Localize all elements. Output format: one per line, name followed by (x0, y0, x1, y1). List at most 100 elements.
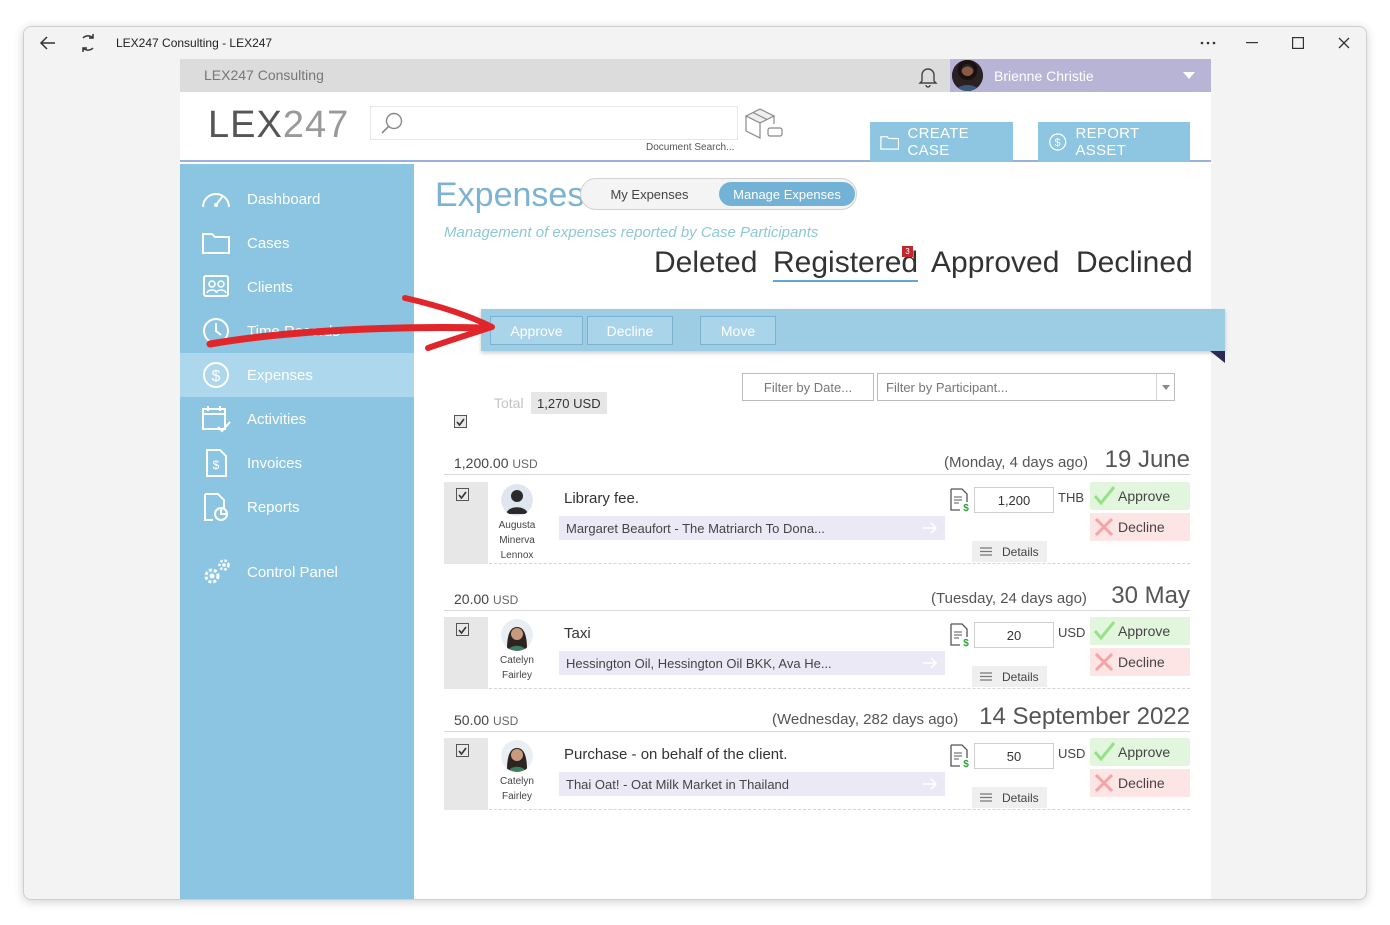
bulk-approve-button[interactable]: Approve (490, 316, 583, 345)
approve-button[interactable]: Approve (1090, 617, 1190, 645)
menu-lines-icon (980, 547, 992, 556)
decline-label: Decline (1118, 775, 1165, 791)
receipt-icon[interactable]: $ (949, 623, 971, 649)
gears-icon (204, 559, 230, 584)
approve-button[interactable]: Approve (1090, 738, 1190, 766)
bulk-decline-button[interactable]: Decline (587, 316, 673, 345)
create-case-label: CREATE CASE (907, 125, 969, 159)
refresh-icon[interactable] (78, 33, 98, 53)
sidebar-item-label: Control Panel (247, 563, 338, 581)
approve-button[interactable]: Approve (1090, 482, 1190, 510)
sidebar-item-expenses[interactable]: $ Expenses (180, 353, 414, 397)
sidebar-item-dashboard[interactable]: Dashboard (180, 177, 414, 221)
amount-currency: THB (1058, 490, 1084, 505)
group-relative-date: (Wednesday, 282 days ago) (772, 711, 959, 728)
sidebar-item-invoices[interactable]: $ Invoices (180, 441, 414, 485)
details-label: Details (1002, 669, 1039, 684)
participant-name: Augusta Minerva Lennox (488, 518, 546, 563)
details-button[interactable]: Details (972, 787, 1047, 808)
title-bar: LEX247 Consulting - LEX247 (24, 27, 1366, 59)
header: LEX247 Document Search... CREATE CASE $ … (180, 92, 1211, 162)
chevron-down-icon[interactable] (1183, 72, 1195, 79)
menu-lines-icon (980, 793, 992, 802)
create-case-button[interactable]: CREATE CASE (870, 122, 1013, 162)
svg-text:$: $ (963, 759, 969, 768)
details-label: Details (1002, 544, 1039, 559)
sidebar-item-clients[interactable]: Clients (180, 265, 414, 309)
document-box-icon[interactable] (742, 106, 784, 142)
check-icon (1093, 486, 1116, 506)
bulk-action-bar: Approve Decline Move (481, 309, 1225, 351)
page-title: Expenses (435, 176, 585, 214)
filter-by-date[interactable]: Filter by Date... (742, 373, 874, 401)
document-search[interactable] (370, 106, 738, 140)
report-asset-button[interactable]: $ REPORT ASSET (1038, 122, 1190, 162)
row-checkbox[interactable] (456, 623, 469, 636)
tab-registered[interactable]: Registered (773, 246, 919, 282)
expense-row: Augusta Minerva Lennox Library fee. Marg… (444, 482, 1190, 564)
sidebar-item-label: Time Records (247, 322, 340, 340)
avatar (501, 619, 533, 651)
case-link[interactable]: Thai Oat! - Oat Milk Market in Thailand (559, 772, 945, 796)
amount-input[interactable]: 20 (974, 622, 1054, 648)
details-button[interactable]: Details (972, 541, 1047, 562)
tab-my-expenses[interactable]: My Expenses (581, 182, 718, 206)
row-checkbox[interactable] (456, 744, 469, 757)
sidebar-item-label: Invoices (247, 454, 303, 472)
top-bar: LEX247 Consulting Brienne Christie (180, 59, 1211, 92)
participant-name: Catelyn Fairley (488, 774, 546, 804)
row-checkbox[interactable] (456, 488, 469, 501)
user-menu[interactable]: Brienne Christie (950, 59, 1211, 92)
group-amount-value: 20.00 (454, 591, 490, 607)
filter-by-participant[interactable]: Filter by Participant... (877, 373, 1175, 401)
decline-button[interactable]: Decline (1090, 513, 1190, 541)
receipt-icon[interactable]: $ (949, 488, 971, 514)
decline-button[interactable]: Decline (1090, 648, 1190, 676)
bell-icon[interactable] (916, 64, 940, 88)
case-link[interactable]: Hessington Oil, Hessington Oil BKK, Ava … (559, 651, 945, 675)
decline-button[interactable]: Decline (1090, 769, 1190, 797)
expense-group-header: 50.00 USD (Wednesday, 282 days ago) 14 S… (444, 703, 1190, 732)
close-icon[interactable] (1330, 31, 1358, 55)
sidebar-item-time-records[interactable]: Time Records (180, 309, 414, 353)
group-amount-value: 1,200.00 (454, 455, 509, 471)
chevron-down-icon[interactable] (1156, 374, 1174, 400)
report-icon (204, 493, 228, 521)
search-input[interactable] (415, 111, 725, 135)
details-button[interactable]: Details (972, 666, 1047, 687)
total-label: Total (494, 395, 524, 411)
expense-group-header: 20.00 USD (Tuesday, 24 days ago) 30 May (444, 582, 1190, 611)
group-amount: 20.00 USD (454, 591, 518, 607)
app-content: LEX247 Consulting Brienne Christie LEX24… (180, 59, 1225, 899)
sidebar-item-control-panel[interactable]: Control Panel (180, 550, 414, 594)
page-subtitle: Management of expenses reported by Case … (444, 224, 819, 241)
tab-approved[interactable]: Approved (931, 246, 1059, 280)
sidebar-item-label: Dashboard (247, 190, 321, 208)
amount-input[interactable]: 1,200 (974, 487, 1054, 513)
window-title: LEX247 Consulting - LEX247 (116, 36, 273, 50)
svg-text:$: $ (1055, 137, 1061, 149)
group-relative-date: (Tuesday, 24 days ago) (931, 590, 1087, 607)
maximize-icon[interactable] (1284, 31, 1312, 55)
back-arrow-icon[interactable] (38, 33, 58, 53)
amount-input[interactable]: 50 (974, 743, 1054, 769)
tab-deleted[interactable]: Deleted (654, 246, 757, 280)
sidebar-item-cases[interactable]: Cases (180, 221, 414, 265)
clients-icon (203, 275, 229, 297)
tab-manage-expenses[interactable]: Manage Expenses (719, 182, 855, 206)
search-icon (379, 111, 405, 137)
check-icon (1093, 742, 1116, 762)
participant-name-line: Lennox (500, 550, 534, 561)
minimize-icon[interactable] (1238, 31, 1266, 55)
actionbar-corner (1210, 351, 1225, 363)
receipt-icon[interactable]: $ (949, 744, 971, 770)
expense-row: Catelyn Fairley Purchase - on behalf of … (444, 738, 1190, 810)
participant-name-line: Fairley (501, 670, 532, 681)
sidebar-item-reports[interactable]: Reports (180, 485, 414, 529)
more-options-icon[interactable] (1194, 31, 1222, 55)
select-all-checkbox[interactable] (454, 415, 467, 428)
tab-declined[interactable]: Declined (1076, 246, 1193, 280)
bulk-move-button[interactable]: Move (700, 316, 776, 345)
sidebar-item-activities[interactable]: Activities (180, 397, 414, 441)
case-link[interactable]: Margaret Beaufort - The Matriarch To Don… (559, 516, 945, 540)
